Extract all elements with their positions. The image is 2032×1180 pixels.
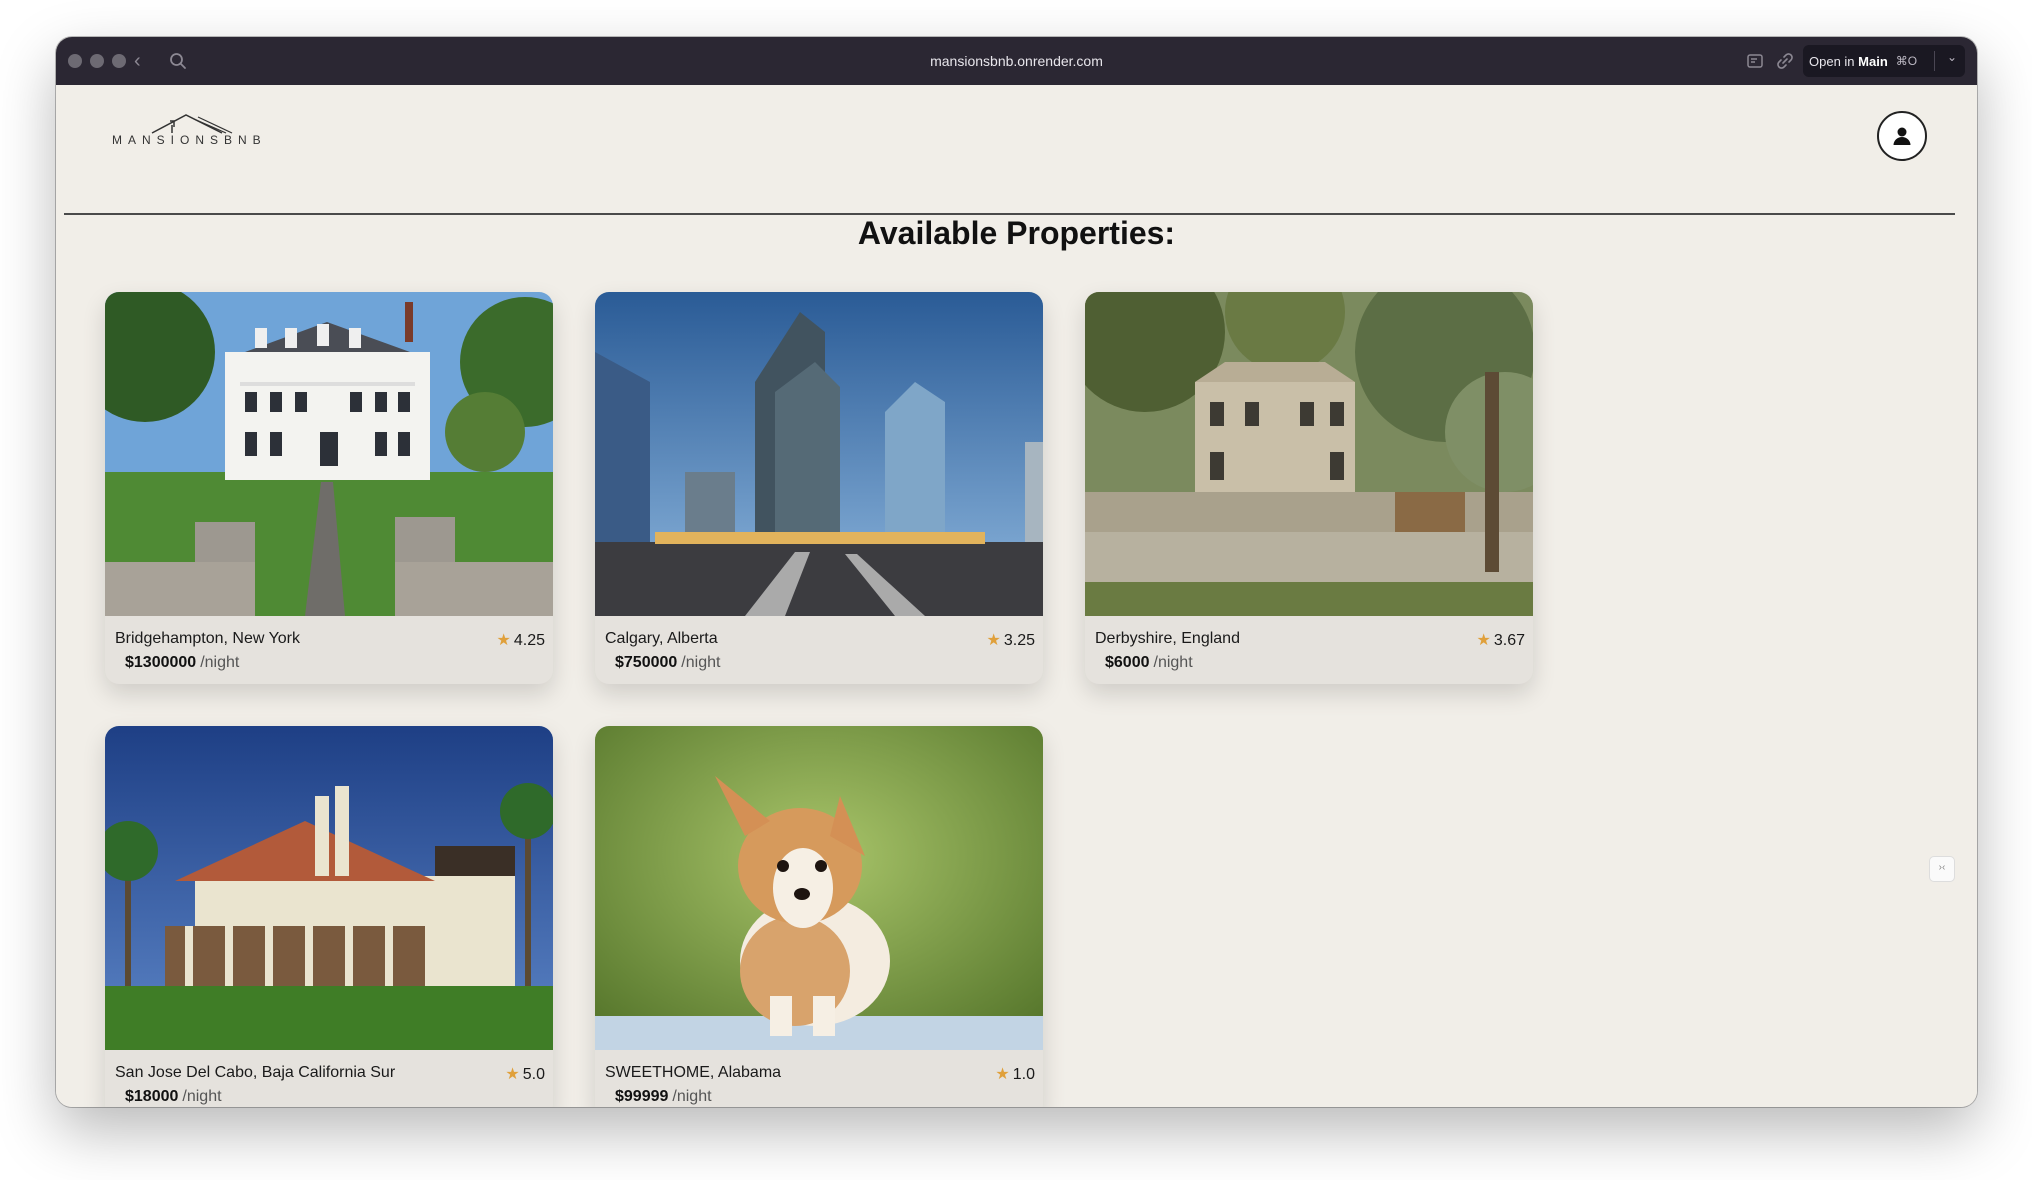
property-card[interactable]: SWEETHOME, Alabama ★ 1.0 $99999/night bbox=[595, 726, 1043, 1107]
property-rating: ★ 4.25 bbox=[496, 632, 545, 649]
star-icon: ★ bbox=[1476, 632, 1491, 649]
property-price: $750000/night bbox=[615, 654, 721, 671]
open-in-main-button[interactable]: Open in Main ⌘O ⌄ bbox=[1803, 45, 1965, 77]
star-icon: ★ bbox=[505, 1066, 520, 1083]
property-rating: ★ 3.25 bbox=[986, 632, 1035, 649]
property-card[interactable]: Bridgehampton, New York ★ 4.25 $1300000/n… bbox=[105, 292, 553, 684]
open-in-label: Open in bbox=[1809, 53, 1855, 69]
property-location: Derbyshire, England bbox=[1095, 630, 1240, 647]
browser-toolbar: ‹ mansionsbnb.onrender.com Open in Main … bbox=[56, 37, 1977, 85]
link-icon[interactable] bbox=[1775, 51, 1795, 71]
back-arrow-icon[interactable]: ‹ bbox=[134, 47, 141, 75]
zoom-window-button[interactable] bbox=[112, 54, 126, 68]
property-price: $99999/night bbox=[615, 1088, 712, 1105]
star-icon: ★ bbox=[986, 632, 1001, 649]
property-rating: ★ 5.0 bbox=[505, 1066, 545, 1083]
property-rating: ★ 1.0 bbox=[995, 1066, 1035, 1083]
property-price: $1300000/night bbox=[125, 654, 240, 671]
divider bbox=[1934, 51, 1935, 71]
window-controls bbox=[68, 54, 126, 68]
property-image[interactable] bbox=[595, 726, 1043, 1050]
property-price: $18000/night bbox=[125, 1088, 222, 1105]
property-card[interactable]: Calgary, Alberta ★ 3.25 $750000/night bbox=[595, 292, 1043, 684]
property-card[interactable]: Derbyshire, England ★ 3.67 $6000/night bbox=[1085, 292, 1533, 684]
site-header: MANSIONSBNB bbox=[64, 85, 1955, 215]
property-image[interactable] bbox=[105, 726, 553, 1050]
user-menu-button[interactable] bbox=[1877, 111, 1927, 161]
property-image[interactable] bbox=[595, 292, 1043, 616]
user-icon bbox=[1893, 127, 1911, 145]
property-location: Calgary, Alberta bbox=[605, 630, 718, 647]
open-in-target: Main bbox=[1858, 53, 1888, 69]
open-in-shortcut: ⌘O bbox=[1895, 54, 1918, 68]
chevron-down-icon[interactable]: ⌄ bbox=[1947, 50, 1957, 64]
property-rating: ★ 3.67 bbox=[1476, 632, 1525, 649]
property-card[interactable]: San Jose Del Cabo, Baja California Sur ★… bbox=[105, 726, 553, 1107]
reader-mode-icon[interactable] bbox=[1745, 51, 1765, 71]
minimize-window-button[interactable] bbox=[90, 54, 104, 68]
property-image[interactable] bbox=[105, 292, 553, 616]
property-location: SWEETHOME, Alabama bbox=[605, 1064, 782, 1081]
property-price: $6000/night bbox=[1105, 654, 1193, 671]
address-bar-url[interactable]: mansionsbnb.onrender.com bbox=[56, 37, 1977, 85]
star-icon: ★ bbox=[995, 1066, 1010, 1083]
close-window-button[interactable] bbox=[68, 54, 82, 68]
page-title: Available Properties: bbox=[857, 215, 1176, 251]
property-location: San Jose Del Cabo, Baja California Sur bbox=[115, 1064, 396, 1081]
search-icon[interactable] bbox=[168, 51, 188, 71]
star-icon: ★ bbox=[496, 632, 511, 649]
page-content: MANSIONSBNB Available Properties: Bridge… bbox=[56, 85, 1977, 1107]
logo-text: MANSIONSBNB bbox=[112, 133, 267, 147]
extension-widget-icon[interactable]: ›‹ bbox=[1929, 856, 1955, 882]
browser-window: ‹ mansionsbnb.onrender.com Open in Main … bbox=[56, 37, 1977, 1107]
property-image[interactable] bbox=[1085, 292, 1533, 616]
property-location: Bridgehampton, New York bbox=[115, 630, 300, 647]
